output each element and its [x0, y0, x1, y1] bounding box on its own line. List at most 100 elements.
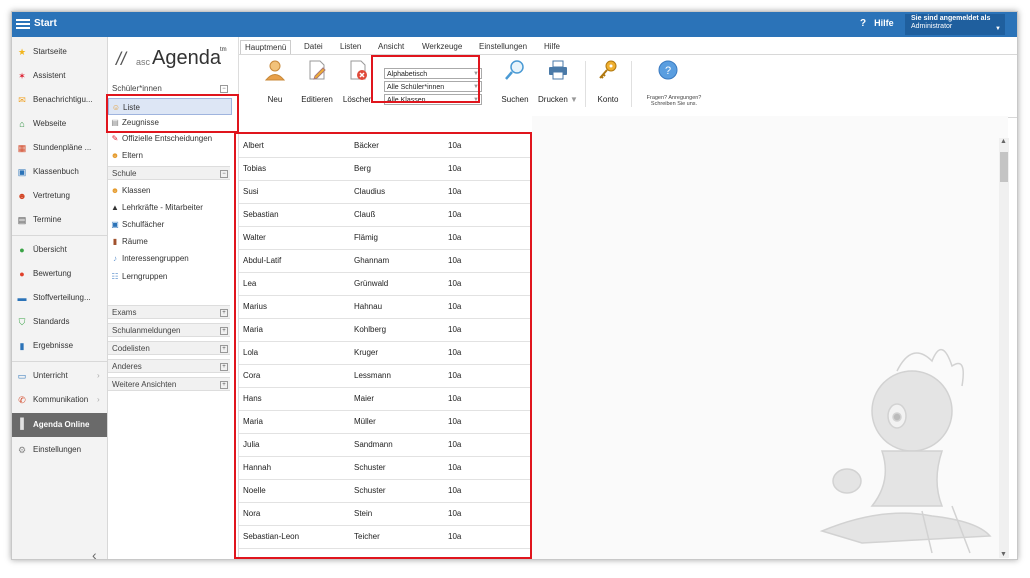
- tab-werkzeuge[interactable]: Werkzeuge: [422, 40, 462, 54]
- table-row[interactable]: Hannah Schuster 10a: [239, 456, 532, 480]
- nav-item-einstellungen[interactable]: ⚙ Einstellungen: [12, 439, 107, 461]
- table-row[interactable]: Susi Claudius 10a: [239, 180, 532, 204]
- hamburger-menu-icon[interactable]: [16, 19, 30, 29]
- agenda-icon: ∥: [19, 416, 25, 430]
- nav-item-uebersicht[interactable]: ● Übersicht: [12, 239, 107, 261]
- search-button[interactable]: Suchen: [497, 59, 533, 104]
- new-button[interactable]: Neu: [259, 59, 291, 104]
- table-row[interactable]: Maria Müller 10a: [239, 410, 532, 434]
- menu-item-eltern[interactable]: ☻ Eltern: [108, 147, 233, 164]
- scroll-up-icon[interactable]: ▲: [1000, 138, 1007, 145]
- section-label: Anderes: [112, 362, 142, 371]
- classes-filter-dropdown[interactable]: Alle Klassen ▼: [384, 94, 482, 105]
- menu-item-lehrkraefte[interactable]: ▲ Lehrkräfte - Mitarbeiter: [108, 199, 233, 216]
- new-label: Neu: [267, 95, 283, 104]
- section-weitere-ansichten[interactable]: Weitere Ansichten +: [108, 377, 230, 391]
- table-row[interactable]: Tobias Berg 10a: [239, 157, 532, 181]
- table-row[interactable]: Nora Stein 10a: [239, 502, 532, 526]
- tab-hilfe[interactable]: Hilfe: [544, 40, 560, 54]
- menu-item-zeugnisse[interactable]: ▤ Zeugnisse: [108, 117, 233, 129]
- account-button[interactable]: Konto: [591, 59, 625, 104]
- wizard-icon: ✶: [18, 71, 26, 81]
- print-button[interactable]: Drucken ▼: [537, 59, 579, 104]
- section-students[interactable]: Schüler*innen −: [108, 82, 230, 96]
- nav-item-agenda-online[interactable]: ∥ Agenda Online: [12, 413, 107, 437]
- menu-item-lerngruppen[interactable]: ☷ Lerngruppen: [108, 268, 233, 285]
- menu-item-offizielle-entscheidungen[interactable]: ✎ Offizielle Entscheidungen: [108, 130, 233, 147]
- key-icon: [599, 60, 617, 79]
- collapse-nav-chevron-left-icon[interactable]: ‹: [92, 547, 97, 559]
- table-row[interactable]: Sebastian Clauß 10a: [239, 203, 532, 227]
- table-row[interactable]: Julia Sandmann 10a: [239, 433, 532, 457]
- table-row[interactable]: Hans Maier 10a: [239, 387, 532, 411]
- table-row[interactable]: Walter Flämig 10a: [239, 226, 532, 250]
- table-row[interactable]: Noelle Schuster 10a: [239, 479, 532, 503]
- nav-item-termine[interactable]: ▤ Termine: [12, 209, 107, 231]
- nav-item-stoffverteilung[interactable]: ▬ Stoffverteilung...: [12, 287, 107, 309]
- table-row[interactable]: Cora Lessmann 10a: [239, 364, 532, 388]
- table-row[interactable]: Marius Hahnau 10a: [239, 295, 532, 319]
- nav-item-stundenplaene[interactable]: ▦ Stundenpläne ...: [12, 137, 107, 159]
- tab-einstellungen[interactable]: Einstellungen: [479, 40, 527, 54]
- print-label-text: Drucken: [538, 95, 568, 104]
- nav-item-kommunikation[interactable]: ✆ Kommunikation ›: [12, 389, 107, 411]
- menu-item-interessengruppen[interactable]: ♪ Interessengruppen: [108, 250, 233, 267]
- expand-icon: +: [220, 327, 228, 335]
- delete-button[interactable]: Löschen: [341, 59, 375, 104]
- table-row[interactable]: Lola Kruger 10a: [239, 341, 532, 365]
- help-button[interactable]: ? Hilfe: [860, 18, 894, 29]
- user-menu[interactable]: Sie sind angemeldet als Administrator ▼: [905, 14, 1005, 35]
- tab-datei[interactable]: Datei: [304, 40, 323, 54]
- nav-item-klassenbuch[interactable]: ▣ Klassenbuch: [12, 161, 107, 183]
- help-circle-icon: ?: [658, 60, 678, 80]
- nav-item-vertretung[interactable]: ☻ Vertretung: [12, 185, 107, 207]
- section-label: Weitere Ansichten: [112, 380, 177, 389]
- nav-item-benachrichtigungen[interactable]: ✉ Benachrichtigu...: [12, 89, 107, 111]
- cell-klasse: 10a: [448, 532, 462, 541]
- section-exams[interactable]: Exams +: [108, 305, 230, 319]
- menu-item-liste[interactable]: ☺ Liste: [108, 98, 232, 115]
- menu-item-klassen[interactable]: ☻ Klassen: [108, 182, 233, 199]
- cell-vorname: Hannah: [243, 463, 272, 472]
- vertical-scrollbar[interactable]: ▲ ▼: [999, 138, 1009, 558]
- table-row[interactable]: Albert Bäcker 10a: [239, 134, 532, 158]
- tab-ansicht[interactable]: Ansicht: [378, 40, 404, 54]
- nav-item-bewertung[interactable]: ● Bewertung: [12, 263, 107, 285]
- table-row[interactable]: Maria Kohlberg 10a: [239, 318, 532, 342]
- nav-divider: [12, 361, 107, 362]
- gear-icon: ⚙: [17, 445, 27, 455]
- cell-klasse: 10a: [448, 371, 462, 380]
- section-anderes[interactable]: Anderes +: [108, 359, 230, 373]
- home-icon: ⌂: [19, 119, 25, 129]
- section-school[interactable]: Schule −: [108, 166, 230, 180]
- cell-klasse: 10a: [448, 256, 462, 265]
- table-row[interactable]: Lea Grünwald 10a: [239, 272, 532, 296]
- edit-button[interactable]: Editieren: [299, 59, 335, 104]
- nav-item-ergebnisse[interactable]: ▮ Ergebnisse: [12, 335, 107, 357]
- sort-dropdown[interactable]: Alphabetisch ▼: [384, 68, 482, 79]
- column-header-klasse[interactable]: Klasse: [444, 116, 532, 133]
- tab-listen[interactable]: Listen: [340, 40, 361, 54]
- nav-item-unterricht[interactable]: ▭ Unterricht ›: [12, 365, 107, 387]
- nav-item-label: Assistent: [33, 71, 66, 80]
- section-codelisten[interactable]: Codelisten +: [108, 341, 230, 355]
- nav-item-standards[interactable]: ⛉ Standards: [12, 311, 107, 333]
- scroll-down-icon[interactable]: ▼: [1000, 551, 1007, 558]
- table-row[interactable]: Sebastian-Leon Teicher 10a: [239, 525, 532, 549]
- column-header-familienname[interactable]: Familienname: [350, 116, 444, 133]
- menu-item-schulfaecher[interactable]: ▣ Schulfächer: [108, 216, 233, 233]
- nav-item-webseite[interactable]: ⌂ Webseite: [12, 113, 107, 135]
- students-filter-dropdown[interactable]: Alle Schüler*innen ▼: [384, 81, 482, 92]
- table-row[interactable]: Abdul-Latif Ghannam 10a: [239, 249, 532, 273]
- column-header-vorname[interactable]: Vorname: [239, 116, 350, 133]
- section-schulanmeldungen[interactable]: Schulanmeldungen +: [108, 323, 230, 337]
- shield-icon: ⛉: [18, 317, 26, 327]
- cell-vorname: Walter: [243, 233, 266, 242]
- start-title[interactable]: Start: [34, 18, 57, 29]
- nav-item-assistent[interactable]: ✶ Assistent: [12, 65, 107, 87]
- nav-item-startseite[interactable]: ★ Startseite: [12, 41, 107, 63]
- scrollbar-thumb[interactable]: [1000, 152, 1008, 182]
- logo-asc: asc: [136, 57, 151, 67]
- feedback-button[interactable]: ?: [657, 59, 679, 85]
- menu-item-raeume[interactable]: ▮ Räume: [108, 233, 233, 250]
